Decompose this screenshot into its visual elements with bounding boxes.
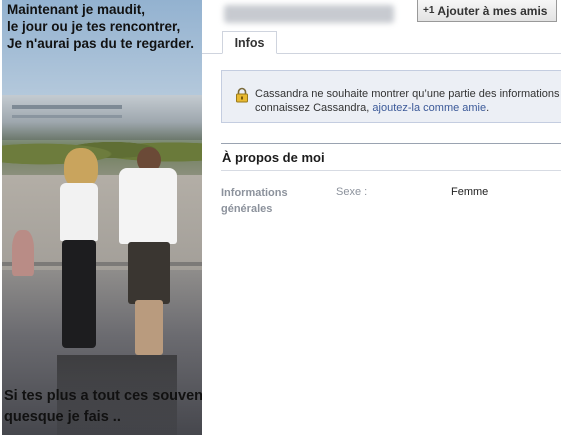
photo-caption-top: Maintenant je maudit, le jour ou je tes … [7,1,194,52]
gender-field-value: Femme [451,186,489,198]
photo-girl-legs [62,240,96,348]
caption-line: Si tes plus a tout ces souvenirs [4,388,202,404]
caption-line: le jour ou je tes rencontrer, [7,19,181,34]
photo-sitting-person [12,230,34,276]
privacy-text-line2: connaissez Cassandra, [255,102,373,114]
section-divider [221,143,561,144]
privacy-notice: Cassandra ne souhaite montrer qu’une par… [221,70,561,123]
section-divider [221,170,561,171]
photo-building-windows [12,115,122,118]
gender-field-label: Sexe : [336,186,368,198]
about-section-title: À propos de moi [222,150,325,165]
tab-infos[interactable]: Infos [222,31,277,54]
caption-line: quesque je fais .. [4,409,121,425]
add-friend-button[interactable]: +1 Ajouter à mes amis [417,0,557,22]
add-friend-icon: +1 [423,5,435,16]
privacy-text-end: . [486,102,490,114]
photo-building-windows [12,105,122,109]
profile-picture[interactable]: Maintenant je maudit, le jour ou je tes … [2,0,202,435]
profile-name-blurred [224,5,394,23]
photo-boy-shorts [128,242,170,304]
privacy-notice-text: Cassandra ne souhaite montrer qu’une par… [255,87,561,115]
caption-line: Je n'aurai pas du te regarder. [7,36,195,51]
add-friend-label: Ajouter à mes amis [437,3,548,18]
add-as-friend-link[interactable]: ajoutez-la comme amie [372,102,486,114]
photo-girl-top [60,183,98,241]
caption-line: Maintenant je maudit, [7,2,146,17]
photo-boy-shirt [119,168,177,244]
tab-label: Infos [234,35,265,50]
photo-girl-hair [64,148,98,188]
general-info-label: Informations générales [221,187,288,215]
privacy-text-line1: Cassandra ne souhaite montrer qu’une par… [255,88,561,100]
photo-trees [2,130,202,170]
photo-boy-legs [135,300,163,355]
photo-caption-bottom: Si tes plus a tout ces souvenirs quesque… [4,386,202,428]
lock-icon [236,87,248,103]
